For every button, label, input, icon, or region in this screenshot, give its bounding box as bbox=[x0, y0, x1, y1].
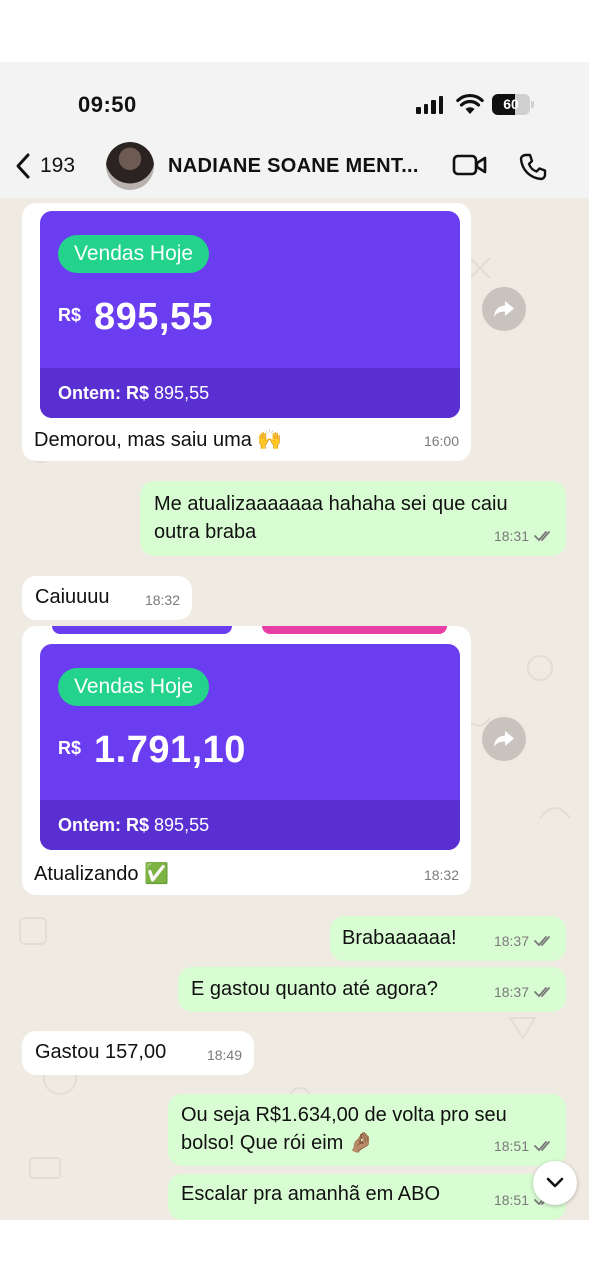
message-text: Escalar pra amanhã em ABO bbox=[181, 1183, 441, 1205]
back-button[interactable]: 193 bbox=[14, 152, 75, 180]
message-meta: 18:31 bbox=[494, 522, 554, 550]
card-footer: Ontem: R$ 895,55 bbox=[40, 368, 460, 418]
bottom-blank-area bbox=[0, 1220, 589, 1280]
footer-label: Ontem: R$ bbox=[58, 383, 150, 403]
wifi-icon bbox=[456, 93, 484, 114]
message-bubble-incoming[interactable]: Caiuuuu 18:32 bbox=[22, 576, 192, 620]
message-bubble-incoming[interactable]: Vendas Hoje R$ 895,55 Ontem: R$ 895,55 D… bbox=[22, 203, 471, 461]
message-bubble-outgoing[interactable]: Brabaaaaaa! 18:37 bbox=[330, 916, 566, 961]
message-time: 18:51 bbox=[493, 1138, 529, 1154]
back-chevron-icon bbox=[16, 153, 30, 179]
currency-label: R$ bbox=[58, 305, 82, 325]
forward-button[interactable] bbox=[482, 287, 526, 331]
message-time: 18:32 bbox=[423, 867, 459, 883]
message-time: 16:00 bbox=[423, 433, 459, 449]
message-text: Demorou, mas saiu uma 🙌 bbox=[34, 429, 283, 451]
message-bubble-outgoing[interactable]: Me atualizaaaaaaa hahaha sei que caiu ou… bbox=[140, 481, 566, 556]
message-time: 18:31 bbox=[493, 528, 529, 544]
top-blank-area bbox=[0, 0, 589, 62]
message-text: Gastou 157,00 bbox=[35, 1041, 167, 1063]
message-text: Brabaaaaaa! bbox=[342, 927, 457, 949]
message-meta: 18:49 bbox=[207, 1041, 242, 1069]
sales-card: Vendas Hoje R$ 895,55 Ontem: R$ 895,55 bbox=[40, 211, 460, 418]
status-time: 09:50 bbox=[78, 92, 137, 117]
battery-icon: 60 bbox=[492, 94, 534, 115]
forward-icon bbox=[494, 301, 514, 317]
sales-card: Vendas Hoje R$ 1.791,10 Ontem: R$ 895,55 bbox=[40, 644, 460, 850]
card-top-strip bbox=[262, 626, 447, 634]
sales-badge: Vendas Hoje bbox=[58, 668, 210, 706]
cellular-signal-icon bbox=[416, 96, 443, 114]
phone-call-icon[interactable] bbox=[518, 152, 548, 182]
currency-label: R$ bbox=[58, 738, 82, 758]
message-bubble-outgoing[interactable]: Ou seja R$1.634,00 de volta pro seu bols… bbox=[168, 1094, 566, 1166]
contact-name[interactable]: NADIANE SOANE MENT... bbox=[168, 155, 419, 178]
message-meta: 18:32 bbox=[424, 861, 459, 889]
double-check-icon bbox=[534, 987, 550, 998]
message-time: 18:49 bbox=[206, 1047, 242, 1063]
message-meta: 18:37 bbox=[494, 978, 554, 1006]
message-meta: 16:00 bbox=[424, 427, 459, 455]
message-meta: 18:37 bbox=[494, 927, 554, 955]
footer-value: 895,55 bbox=[154, 383, 210, 403]
message-bubble-incoming[interactable]: Vendas Hoje R$ 1.791,10 Ontem: R$ 895,55… bbox=[22, 626, 471, 895]
message-time: 18:37 bbox=[493, 984, 529, 1000]
card-top-strip bbox=[52, 626, 232, 634]
message-bubble-outgoing[interactable]: E gastou quanto até agora? 18:37 bbox=[178, 967, 566, 1012]
double-check-icon bbox=[534, 531, 550, 542]
message-time: 18:37 bbox=[493, 933, 529, 949]
unread-count: 193 bbox=[40, 154, 76, 177]
forward-button[interactable] bbox=[482, 717, 526, 761]
message-text: Atualizando ✅ bbox=[34, 863, 169, 885]
avatar[interactable] bbox=[106, 142, 154, 190]
card-footer: Ontem: R$ 895,55 bbox=[40, 800, 460, 850]
message-time: 18:32 bbox=[144, 592, 180, 608]
message-meta: 18:51 bbox=[494, 1132, 554, 1160]
footer-value: 895,55 bbox=[154, 815, 210, 835]
message-meta: 18:32 bbox=[145, 586, 180, 614]
message-bubble-incoming[interactable]: Gastou 157,00 18:49 bbox=[22, 1031, 254, 1075]
sales-badge: Vendas Hoje bbox=[58, 235, 210, 273]
double-check-icon bbox=[534, 1141, 550, 1152]
message-bubble-outgoing[interactable]: Escalar pra amanhã em ABO 18:51 bbox=[168, 1174, 566, 1220]
message-text: E gastou quanto até agora? bbox=[191, 978, 438, 1000]
forward-icon bbox=[494, 731, 514, 747]
scroll-to-bottom-button[interactable] bbox=[533, 1161, 577, 1205]
footer-label: Ontem: R$ bbox=[58, 815, 150, 835]
chevron-down-icon bbox=[546, 1177, 564, 1188]
sales-amount: 1.791,10 bbox=[94, 729, 246, 771]
double-check-icon bbox=[534, 936, 550, 947]
sales-amount: 895,55 bbox=[94, 296, 214, 338]
battery-level: 60 bbox=[503, 96, 519, 112]
message-text: Caiuuuu bbox=[35, 586, 110, 608]
video-call-icon[interactable] bbox=[452, 153, 488, 177]
message-time: 18:51 bbox=[493, 1192, 529, 1208]
